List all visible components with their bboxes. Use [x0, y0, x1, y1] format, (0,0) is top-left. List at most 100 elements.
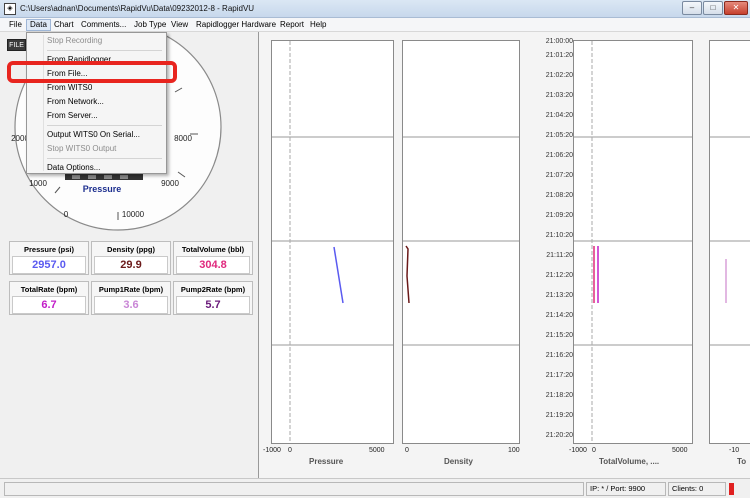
time-label: 21:14:20 — [545, 312, 573, 319]
menu-item-from-network[interactable]: From Network... — [47, 96, 104, 108]
menu-rapidlogger-hardware[interactable]: Rapidlogger Hardware — [193, 19, 279, 31]
readout-pump1-rate: Pump1Rate (bpm) 3.6 — [91, 281, 171, 315]
strip-name-pressure: Pressure — [309, 457, 344, 466]
chart-strip-partial — [709, 40, 750, 444]
time-label: 21:18:20 — [545, 392, 573, 399]
menu-item-output-wits0-serial[interactable]: Output WITS0 On Serial... — [47, 129, 140, 141]
total-volume-plot — [574, 41, 692, 443]
time-label: 21:08:20 — [545, 192, 573, 199]
axis-tick: -1000 — [263, 447, 281, 454]
gauge-title: Pressure — [83, 184, 122, 194]
maximize-button[interactable]: □ — [703, 1, 723, 15]
highlight-annotation — [7, 61, 177, 83]
menu-item-from-wits0[interactable]: From WITS0 — [47, 82, 92, 94]
readout-density: Density (ppg) 29.9 — [91, 241, 171, 275]
menu-item-data-options[interactable]: Data Options... — [47, 162, 100, 174]
readout-total-rate: TotalRate (bpm) 6.7 — [9, 281, 89, 315]
chart-strip-pressure — [271, 40, 394, 444]
density-trace — [405, 245, 410, 304]
time-label: 21:02:20 — [545, 72, 573, 79]
axis-tick: -10 — [729, 447, 740, 454]
readout-label: TotalVolume (bbl) — [181, 245, 245, 254]
menu-item-from-server[interactable]: From Server... — [47, 110, 98, 122]
readout-total-volume: TotalVolume (bbl) 304.8 — [173, 241, 253, 275]
menu-file[interactable]: File — [6, 19, 25, 31]
strip-name-partial: To — [737, 457, 747, 466]
status-clients: Clients: 0 — [668, 482, 726, 496]
time-label: 21:04:20 — [545, 112, 573, 119]
gauge-tick-1000: 1000 — [29, 179, 47, 188]
gauge-tick-8000: 8000 — [174, 134, 192, 143]
time-label: 21:06:20 — [545, 152, 573, 159]
chart-strip-total-volume — [573, 40, 693, 444]
close-button[interactable]: ✕ — [724, 1, 748, 15]
data-menu-dropdown: Stop Recording From Rapidlogger From Fil… — [26, 32, 167, 174]
readout-label: Pump2Rate (bpm) — [180, 285, 246, 294]
title-bar: ◈ C:\Users\adnan\Documents\RapidVu\Data\… — [0, 0, 750, 18]
axis-tick: 5000 — [369, 447, 385, 454]
status-bar: IP: * / Port: 9900 Clients: 0 — [0, 478, 750, 498]
menu-data[interactable]: Data — [26, 19, 51, 31]
menu-help[interactable]: Help — [307, 19, 329, 31]
menu-item-stop-wits0-output: Stop WITS0 Output — [47, 144, 117, 153]
window-title: C:\Users\adnan\Documents\RapidVu\Data\09… — [20, 4, 255, 13]
menu-comments[interactable]: Comments... — [78, 19, 129, 31]
gauge-tick-0: 0 — [64, 210, 69, 219]
time-label: 21:19:20 — [545, 412, 573, 419]
strip-name-density: Density — [444, 457, 473, 466]
readout-value: 3.6 — [94, 296, 168, 314]
minimize-button[interactable]: – — [682, 1, 702, 15]
menu-separator — [47, 125, 162, 126]
pressure-plot — [272, 41, 393, 443]
time-label: 21:01:20 — [545, 52, 573, 59]
time-label: 21:12:20 — [545, 272, 573, 279]
time-label: 21:09:20 — [545, 212, 573, 219]
menu-chart[interactable]: Chart — [51, 19, 77, 31]
readout-pressure: Pressure (psi) 2957.0 — [9, 241, 89, 275]
menu-item-stop-recording: Stop Recording — [47, 36, 103, 45]
status-field-main — [4, 482, 584, 496]
axis-tick: 0 — [592, 447, 596, 454]
axis-tick: -1000 — [569, 447, 587, 454]
time-label: 21:20:20 — [545, 432, 573, 439]
chart-area: 21:00:00 21:01:20 21:02:20 21:03:20 21:0… — [258, 32, 750, 478]
readout-value: 6.7 — [12, 296, 86, 314]
readout-label: Pump1Rate (bpm) — [98, 285, 164, 294]
strip-name-total-volume: TotalVolume, .... — [599, 457, 660, 466]
time-label: 21:16:20 — [545, 352, 573, 359]
time-label: 21:00:00 — [545, 38, 573, 45]
time-label: 21:11:20 — [546, 252, 573, 259]
readout-value: 304.8 — [176, 256, 250, 274]
time-label: 21:07:20 — [545, 172, 573, 179]
time-label: 21:03:20 — [545, 92, 573, 99]
readout-value: 5.7 — [176, 296, 250, 314]
time-label: 21:15:20 — [545, 332, 573, 339]
gauge-tick-9000: 9000 — [161, 179, 179, 188]
time-label: 21:13:20 — [545, 292, 573, 299]
menu-separator — [47, 158, 162, 159]
readout-pump2-rate: Pump2Rate (bpm) 5.7 — [173, 281, 253, 315]
status-indicator-icon — [729, 483, 734, 495]
menu-view[interactable]: View — [168, 19, 191, 31]
time-label: 21:17:20 — [545, 372, 573, 379]
menu-report[interactable]: Report — [277, 19, 307, 31]
chart-strip-density — [402, 40, 520, 444]
readout-label: Pressure (psi) — [23, 245, 75, 254]
gauge-tick-10000: 10000 — [122, 210, 145, 219]
density-plot — [403, 136, 519, 346]
menu-gutter — [43, 35, 44, 171]
axis-tick: 5000 — [672, 447, 688, 454]
menu-job-type[interactable]: Job Type — [131, 19, 169, 31]
readout-value: 29.9 — [94, 256, 168, 274]
readout-value: 2957.0 — [12, 256, 86, 274]
menu-separator — [47, 50, 162, 51]
time-label: 21:05:20 — [545, 132, 573, 139]
readout-label: TotalRate (bpm) — [20, 285, 78, 294]
axis-tick: 0 — [405, 447, 409, 454]
time-label: 21:10:20 — [545, 232, 573, 239]
app-icon: ◈ — [4, 3, 16, 15]
axis-tick: 0 — [288, 447, 292, 454]
status-ip-port: IP: * / Port: 9900 — [586, 482, 666, 496]
readout-label: Density (ppg) — [107, 245, 155, 254]
menu-bar: File Data Chart Comments... Job Type Vie… — [0, 18, 750, 32]
